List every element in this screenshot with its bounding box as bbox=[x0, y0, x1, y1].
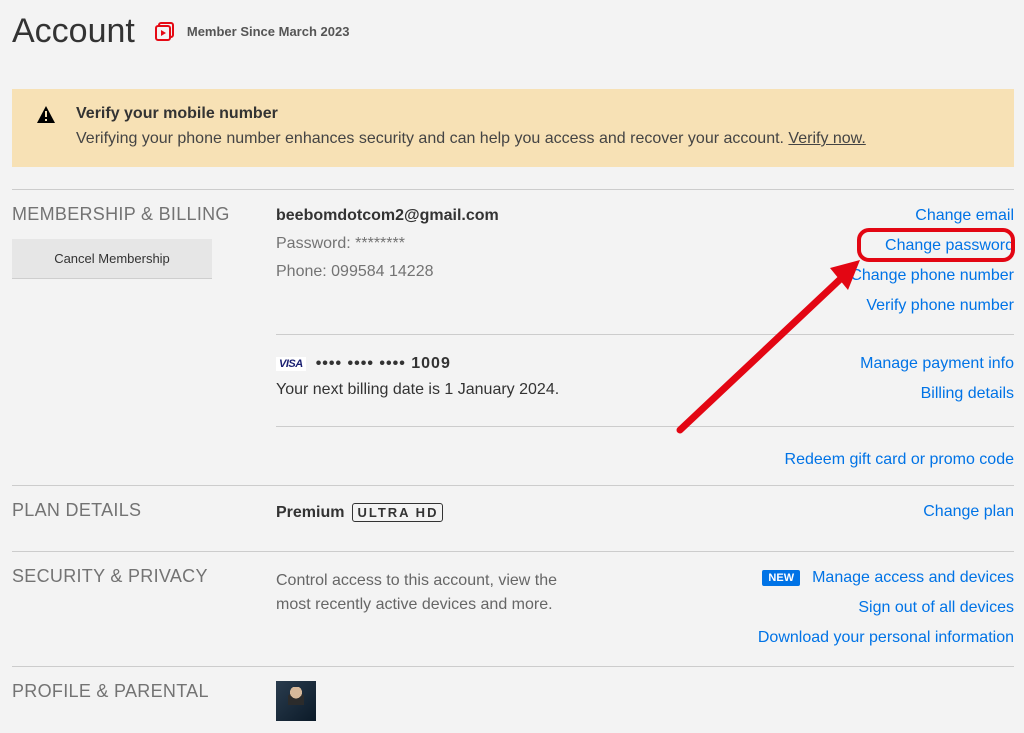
plan-section: PLAN DETAILS Premium ULTRA HD Change pla… bbox=[12, 485, 1014, 551]
password-line: Password: ******** bbox=[276, 235, 499, 253]
phone-line: Phone: 099584 14228 bbox=[276, 263, 499, 281]
alert-title: Verify your mobile number bbox=[76, 105, 866, 123]
profile-label: PROFILE & PARENTAL bbox=[12, 681, 276, 702]
change-plan-link[interactable]: Change plan bbox=[923, 503, 1014, 521]
manage-payment-link[interactable]: Manage payment info bbox=[860, 355, 1014, 373]
security-label: SECURITY & PRIVACY bbox=[12, 566, 276, 587]
next-billing-text: Your next billing date is 1 January 2024… bbox=[276, 381, 559, 399]
alert-description: Verifying your phone number enhances sec… bbox=[76, 127, 866, 151]
card-brand-icon: VISA bbox=[276, 357, 306, 371]
new-pill: NEW bbox=[762, 570, 800, 586]
member-since: Member Since March 2023 bbox=[155, 22, 350, 42]
signout-all-link[interactable]: Sign out of all devices bbox=[858, 599, 1014, 617]
profile-section: PROFILE & PARENTAL bbox=[12, 666, 1014, 721]
alert-desc-text: Verifying your phone number enhances sec… bbox=[76, 130, 788, 147]
cancel-membership-button[interactable]: Cancel Membership bbox=[12, 239, 212, 278]
page-title: Account bbox=[12, 12, 135, 51]
change-email-link[interactable]: Change email bbox=[915, 207, 1014, 225]
member-since-text: Member Since March 2023 bbox=[187, 24, 350, 39]
verify-phone-link[interactable]: Verify phone number bbox=[866, 297, 1014, 315]
manage-access-link[interactable]: Manage access and devices bbox=[812, 569, 1014, 587]
redeem-gift-link[interactable]: Redeem gift card or promo code bbox=[785, 451, 1014, 468]
security-description: Control access to this account, view the… bbox=[276, 569, 596, 617]
verify-now-link[interactable]: Verify now. bbox=[788, 130, 865, 147]
ultra-hd-badge: ULTRA HD bbox=[352, 503, 443, 522]
warning-icon bbox=[36, 105, 56, 125]
change-phone-link[interactable]: Change phone number bbox=[850, 267, 1014, 285]
change-password-link[interactable]: Change password bbox=[885, 237, 1014, 255]
verify-alert: Verify your mobile number Verifying your… bbox=[12, 89, 1014, 167]
plan-name: Premium bbox=[276, 504, 344, 522]
account-email: beebomdotcom2@gmail.com bbox=[276, 207, 499, 225]
card-number-mask: •••• •••• •••• 1009 bbox=[316, 355, 451, 373]
member-card-icon bbox=[155, 22, 177, 42]
plan-label: PLAN DETAILS bbox=[12, 500, 276, 521]
membership-label: MEMBERSHIP & BILLING bbox=[12, 204, 276, 225]
membership-section: MEMBERSHIP & BILLING Cancel Membership b… bbox=[12, 189, 1014, 485]
profile-avatar[interactable] bbox=[276, 681, 316, 721]
download-info-link[interactable]: Download your personal information bbox=[758, 629, 1014, 647]
security-section: SECURITY & PRIVACY Control access to thi… bbox=[12, 551, 1014, 666]
billing-details-link[interactable]: Billing details bbox=[921, 385, 1014, 403]
